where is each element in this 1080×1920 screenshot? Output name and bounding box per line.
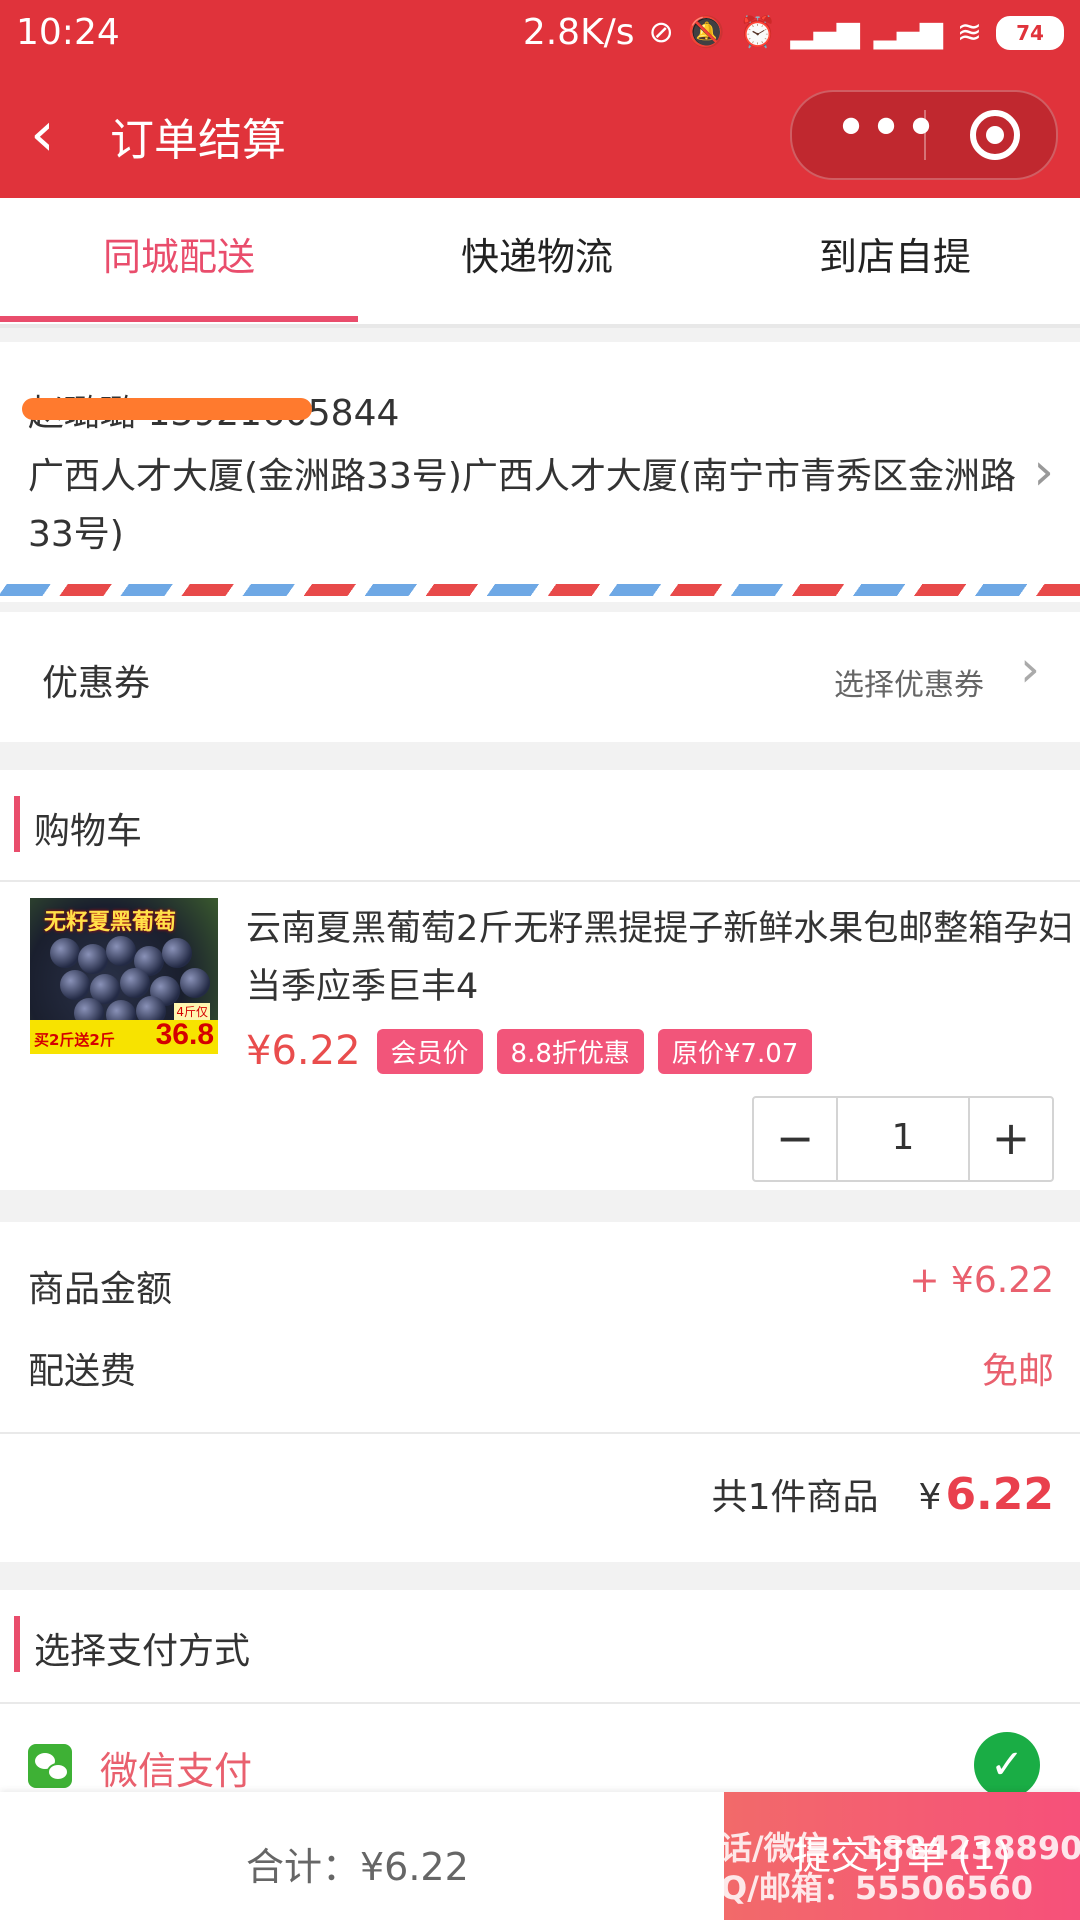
shipping-fee-label: 配送费 [28, 1351, 137, 1392]
watermark-line-2: Q/邮箱：55506560 [720, 1869, 1034, 1907]
total-amount: 6.22 [945, 1469, 1054, 1520]
redaction-mark [22, 398, 312, 420]
original-price-tag: 原价¥7.07 [657, 1028, 813, 1074]
image-price-text: 36.8 [155, 1018, 214, 1051]
payment-divider [0, 1702, 1080, 1704]
status-icons: 2.8K/s ⊘ 🔕 ⏰ ▂▄▆ ▂▄▆ ≋ 74 [523, 12, 1064, 53]
chevron-left-icon: ‹ [30, 97, 55, 170]
bottom-bar: 合计：¥6.22 提交订单 (1) 话/微信：18842388900 Q/邮箱：… [0, 1792, 1080, 1920]
section-accent-bar [14, 796, 20, 852]
coupon-label: 优惠券 [42, 663, 151, 704]
battery-icon: 74 [996, 15, 1064, 50]
shipping-fee-value: 免邮 [981, 1351, 1054, 1392]
order-summary: 商品金额 + ¥6.22 配送费 免邮 共1件商品 ¥ 6.22 [0, 1222, 1080, 1562]
close-miniapp-icon[interactable] [970, 110, 1020, 160]
link-icon: ⊘ [648, 15, 674, 50]
wechat-pay-option[interactable]: 微信支付 [100, 1740, 252, 1795]
cart-section: 购物车 无籽夏黑葡萄 4斤仅 买2斤送2斤 36.8 云南夏黑葡萄2斤无籽黑提提… [0, 770, 1080, 1190]
total-line: 共1件商品 ¥ 6.22 [712, 1468, 1054, 1520]
airmail-border [0, 584, 1080, 596]
signal-icon-2: ▂▄▆ [873, 15, 943, 50]
quantity-value[interactable]: 1 [836, 1098, 970, 1180]
status-time: 10:24 [16, 12, 120, 53]
quantity-stepper: − 1 + [752, 1096, 1054, 1182]
address-detail: 广西人才大厦(金洲路33号)广西人才大厦(南宁市青秀区金洲路33号) [28, 456, 1016, 555]
payment-title: 选择支付方式 [34, 1631, 251, 1672]
increment-button[interactable]: + [970, 1098, 1052, 1180]
back-button[interactable]: ‹ [30, 96, 90, 172]
check-icon[interactable]: ✓ [974, 1732, 1040, 1798]
cart-title: 购物车 [34, 811, 143, 852]
chevron-right-icon: › [1033, 442, 1054, 502]
tab-indicator [0, 316, 358, 322]
product-image[interactable]: 无籽夏黑葡萄 4斤仅 买2斤送2斤 36.8 [30, 898, 218, 1054]
item-count: 共1件商品 [711, 1477, 879, 1518]
summary-divider [0, 1432, 1080, 1434]
total-currency: ¥ [918, 1477, 942, 1518]
bottom-total: 合计：¥6.22 [246, 1845, 469, 1889]
tab-local-delivery[interactable]: 同城配送 [0, 198, 358, 320]
goods-amount-value: + ¥6.22 [909, 1260, 1054, 1301]
image-promo-text: 买2斤送2斤 [34, 1031, 115, 1049]
section-accent-bar [14, 1616, 20, 1672]
capsule-divider [924, 110, 926, 160]
status-bar: 10:24 2.8K/s ⊘ 🔕 ⏰ ▂▄▆ ▂▄▆ ≋ 74 [0, 0, 1080, 70]
member-price-tag: 会员价 [376, 1028, 483, 1074]
delivery-tabs: 同城配送 快递物流 到店自提 [0, 198, 1080, 328]
alarm-icon: ⏰ [739, 15, 777, 50]
miniapp-capsule: ••• [790, 90, 1058, 180]
watermark-line-1: 话/微信：18842388900 [720, 1829, 1080, 1867]
watermark: 话/微信：18842388900 Q/邮箱：55506560 [720, 1828, 1080, 1908]
wechat-pay-icon [28, 1744, 72, 1788]
goods-amount-label: 商品金额 [28, 1269, 173, 1310]
chevron-right-icon: › [1020, 640, 1040, 698]
tab-express[interactable]: 快递物流 [358, 198, 716, 320]
nav-bar: ‹ 订单结算 ••• [0, 70, 1080, 198]
tab-pickup[interactable]: 到店自提 [716, 198, 1074, 320]
product-name[interactable]: 云南夏黑葡萄2斤无籽黑提提子新鲜水果包邮整箱孕妇当季应季巨丰4 [246, 900, 1076, 1016]
cart-header: 购物车 [0, 770, 1080, 882]
mute-icon: 🔕 [687, 15, 726, 50]
image-banner-text: 无籽夏黑葡萄 [44, 910, 177, 935]
decrement-button[interactable]: − [754, 1098, 836, 1180]
price-row: ¥6.22 会员价 8.8折优惠 原价¥7.07 [246, 1028, 813, 1074]
signal-icon: ▂▄▆ [790, 15, 860, 50]
wifi-icon: ≋ [956, 15, 982, 50]
address-card[interactable]: 赵璐璐 13921605844 广西人才大厦(金洲路33号)广西人才大厦(南宁市… [0, 342, 1080, 602]
discount-tag: 8.8折优惠 [496, 1028, 644, 1074]
page-title: 订单结算 [110, 115, 286, 166]
coupon-select-text: 选择优惠券 [834, 668, 984, 703]
coupon-row[interactable]: 优惠券 选择优惠券 › [0, 612, 1080, 742]
product-price: ¥6.22 [246, 1028, 361, 1074]
network-speed: 2.8K/s [522, 12, 635, 53]
